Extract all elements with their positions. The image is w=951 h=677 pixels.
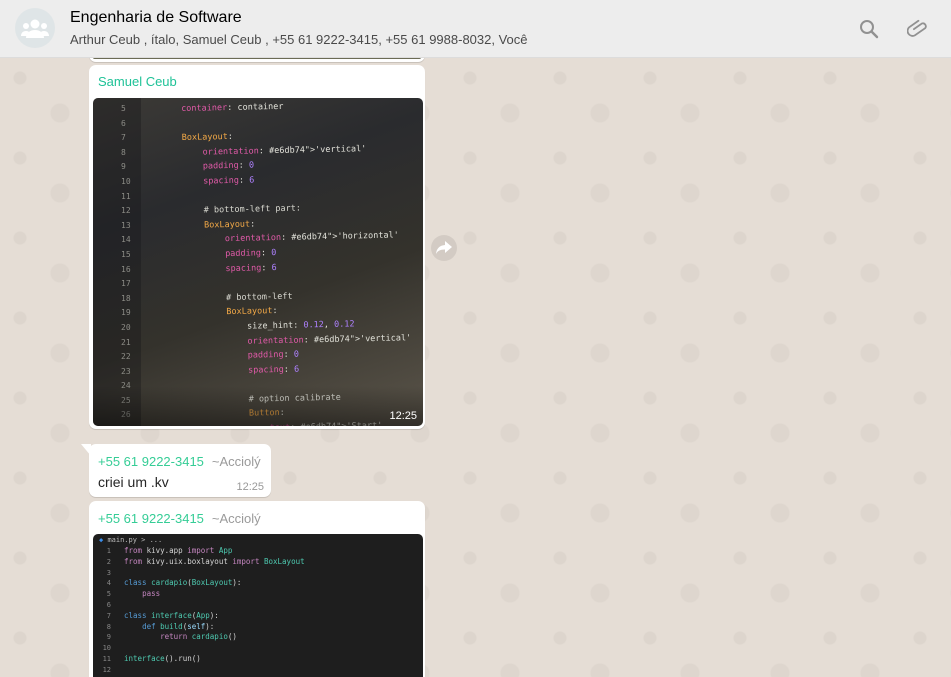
forward-icon	[436, 241, 452, 254]
code-screenshot[interactable]: ◆ main.py > ... 1 2 3 4 5 6 7 8 9 10 11 …	[93, 534, 423, 677]
message-text: criei um .kv	[98, 474, 169, 490]
image-message-bubble[interactable]: Samuel Ceub 5 6 7 8 9 10 11 12 13 14 15 …	[89, 65, 425, 429]
line-numbers: 1 2 3 4 5 6 7 8 9 10 11 12	[102, 547, 111, 674]
message-sender[interactable]: Samuel Ceub	[98, 74, 177, 89]
forward-button[interactable]	[431, 235, 457, 261]
chat-header: Engenharia de Software Arthur Ceub , íta…	[0, 0, 951, 58]
bubble-tail	[81, 444, 91, 456]
message-list[interactable]: Samuel Ceub 5 6 7 8 9 10 11 12 13 14 15 …	[0, 58, 951, 677]
search-icon[interactable]	[857, 17, 881, 41]
message-sender[interactable]: +55 61 9222-3415	[98, 454, 204, 469]
text-message-bubble[interactable]: +55 61 9222-3415 ~Acciolý criei um .kv 12…	[81, 444, 271, 497]
chat-participants[interactable]: Arthur Ceub , ítalo, Samuel Ceub , +55 6…	[70, 32, 528, 47]
group-avatar-icon	[21, 19, 49, 38]
message-time: 12:25	[389, 410, 417, 422]
code-lines: from kivy.app import App from kivy.uix.b…	[124, 546, 305, 663]
code-lines: container: container BoxLayout: orientat…	[181, 101, 412, 426]
attach-icon[interactable]	[906, 17, 931, 41]
image-message-bubble[interactable]: +55 61 9222-3415 ~Acciolý ◆ main.py > ...…	[89, 501, 425, 677]
message-pushname: ~Acciolý	[211, 511, 261, 526]
editor-gutter	[93, 98, 141, 426]
line-numbers: 5 6 7 8 9 10 11 12 13 14 15 16 17 18 19 …	[121, 104, 131, 426]
editor-file-tab: ◆ main.py > ...	[99, 536, 163, 544]
code-photo[interactable]: 5 6 7 8 9 10 11 12 13 14 15 16 17 18 19 …	[93, 98, 423, 426]
message-time: 12:25	[236, 481, 264, 493]
previous-message-bubble	[89, 58, 425, 62]
message-sender[interactable]: +55 61 9222-3415	[98, 511, 204, 526]
chat-title[interactable]: Engenharia de Software	[70, 9, 242, 27]
message-pushname: ~Acciolý	[211, 454, 261, 469]
group-avatar[interactable]	[15, 8, 55, 48]
